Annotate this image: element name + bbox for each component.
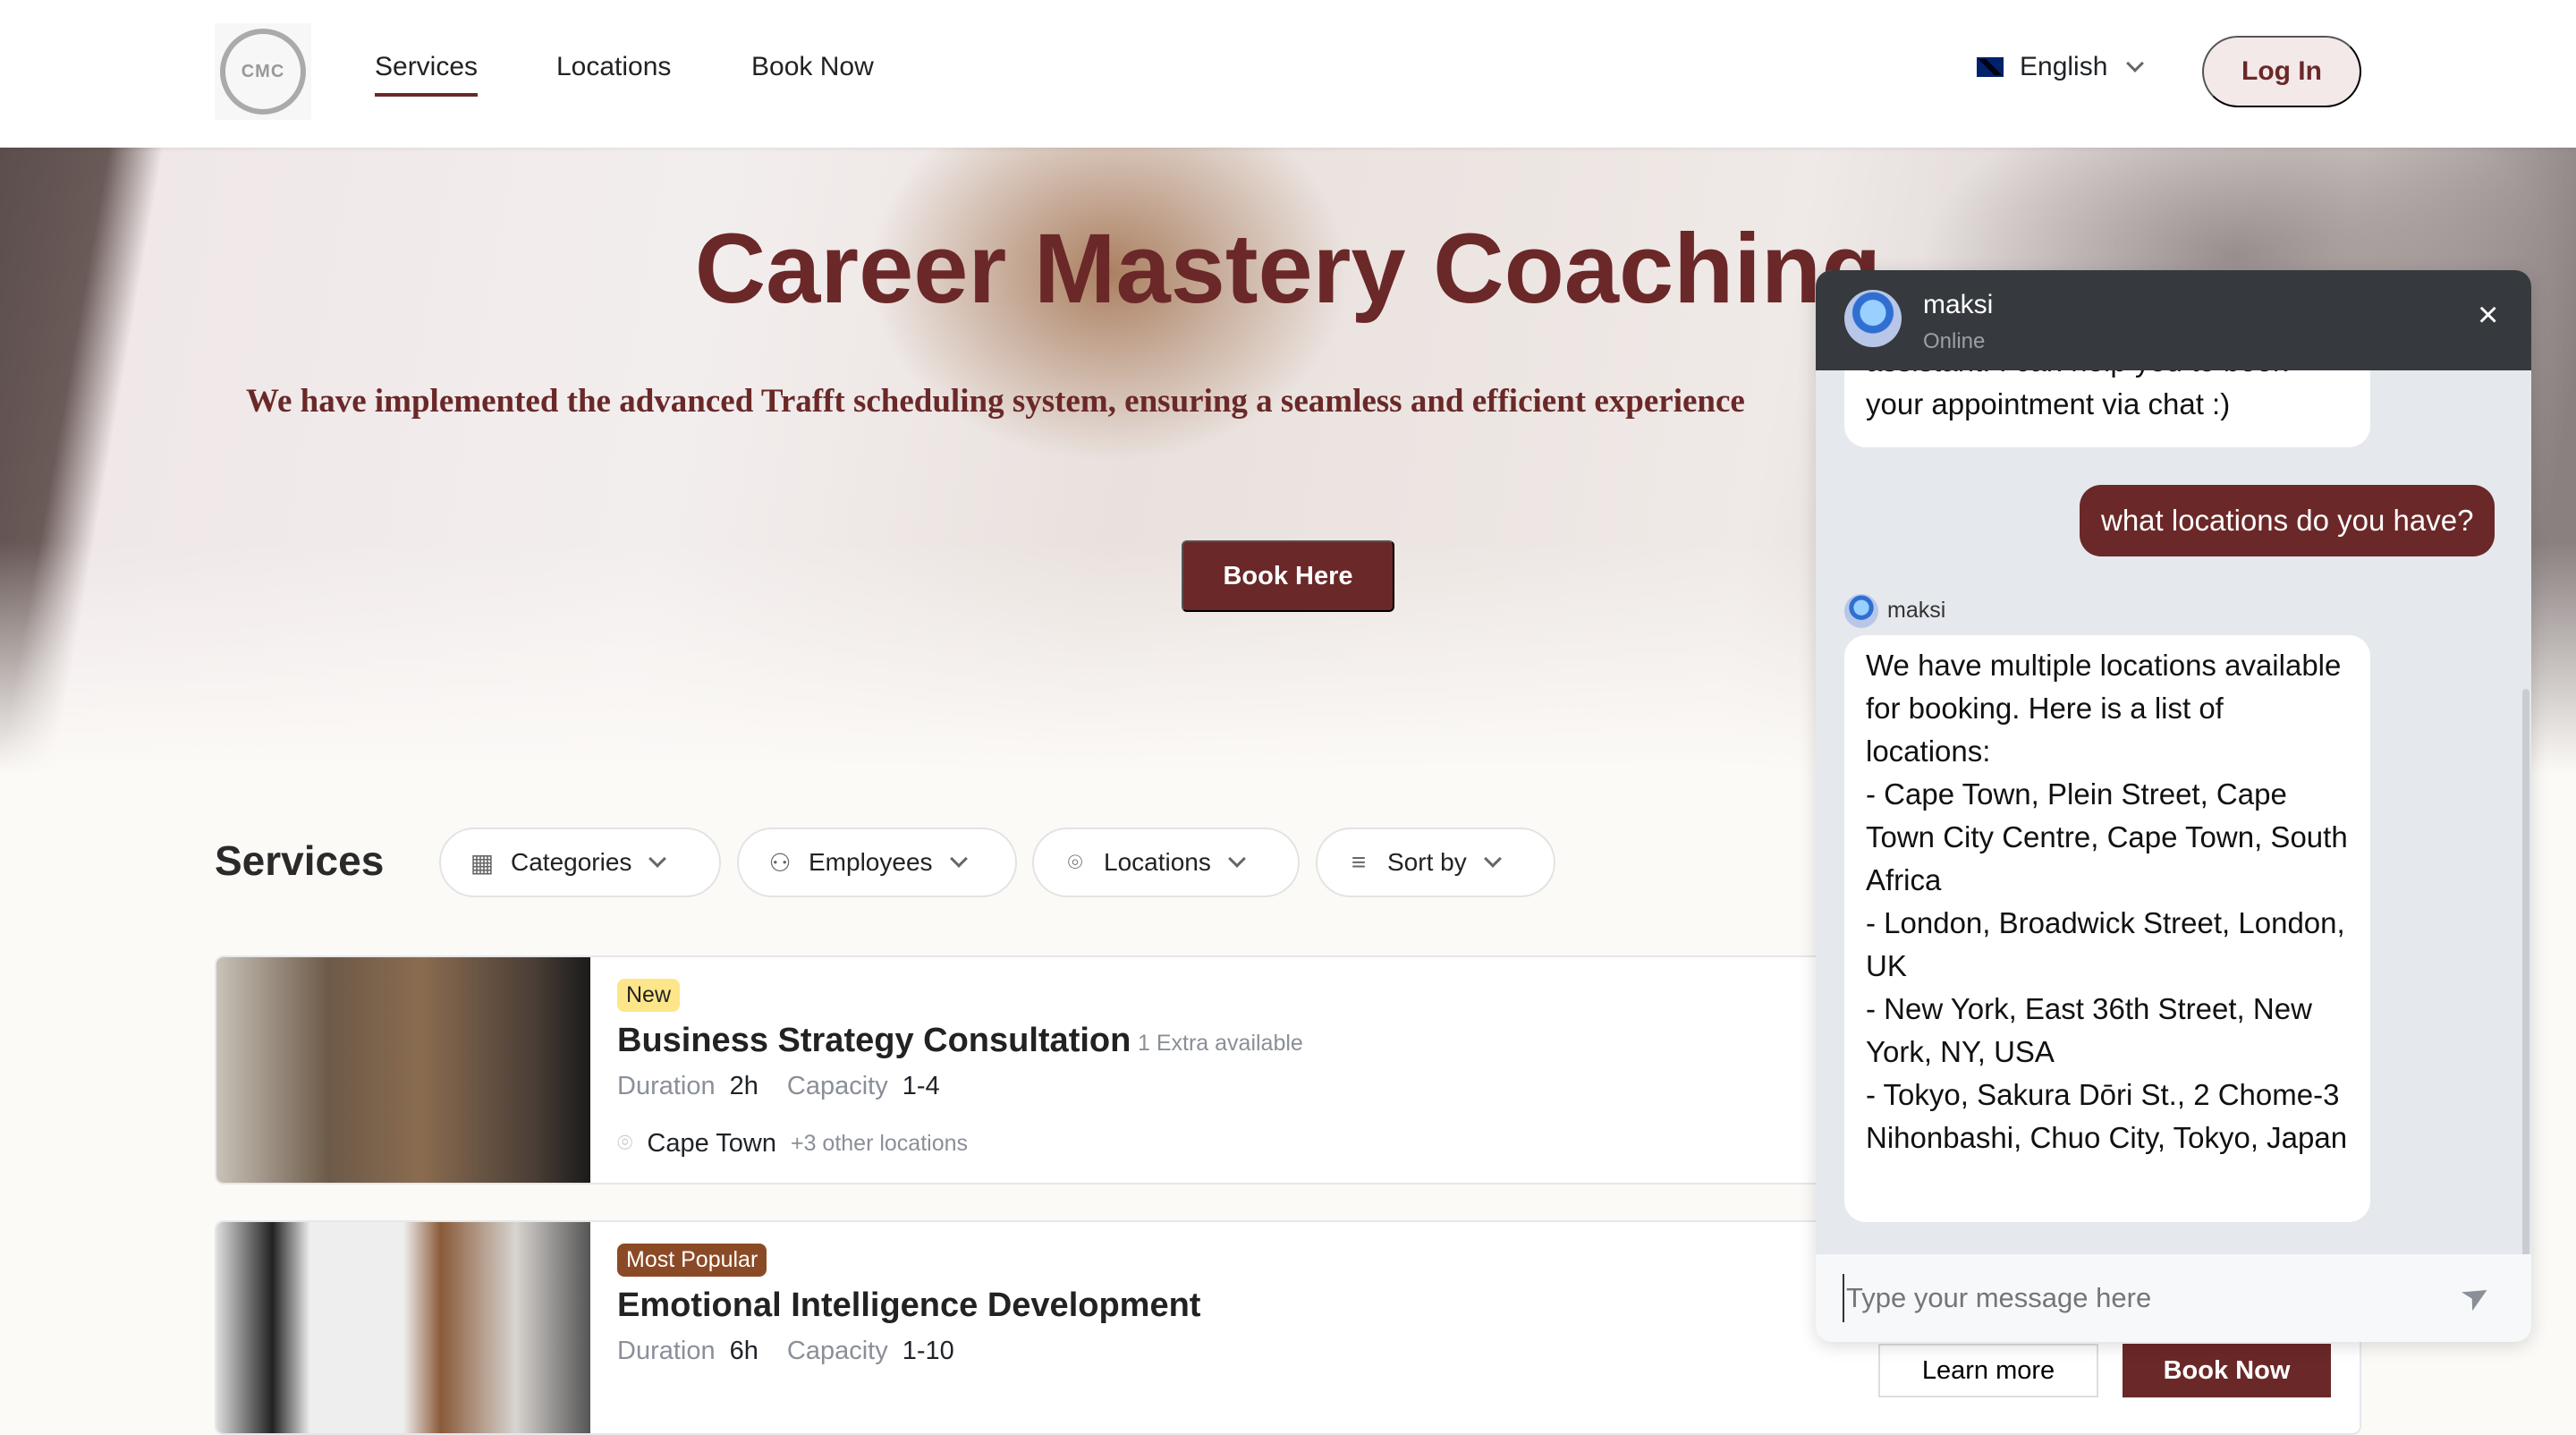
new-badge: New: [617, 979, 681, 1012]
chevron-down-icon: [2126, 55, 2145, 72]
sort-by-filter[interactable]: ≡ Sort by: [1316, 828, 1555, 897]
service-location: ⌾ Cape Town +3 other locations: [617, 1129, 968, 1159]
login-button[interactable]: Log In: [2202, 36, 2361, 107]
bot-message: We have multiple locations available for…: [1844, 635, 2370, 1222]
chat-input-area: ➤: [1816, 1254, 2531, 1342]
nav-services[interactable]: Services: [375, 52, 479, 97]
location-pin-icon: ⌾: [1067, 847, 1083, 876]
filter-label: Locations: [1104, 848, 1211, 876]
logo[interactable]: CMC: [215, 23, 311, 120]
filter-label: Sort by: [1387, 848, 1467, 876]
duration-value: 2h: [729, 1072, 758, 1100]
service-meta: Duration 2h Capacity 1-4: [617, 1072, 940, 1101]
top-nav: CMC Services Locations Book Now English …: [0, 0, 2576, 148]
categories-filter[interactable]: ▦ Categories: [439, 828, 721, 897]
book-here-button[interactable]: Book Here: [1182, 540, 1394, 612]
learn-more-button[interactable]: Learn more: [1878, 1344, 2098, 1397]
sender-name: maksi: [1887, 598, 1946, 623]
capacity-value: 1-4: [902, 1072, 940, 1100]
service-meta: Duration 6h Capacity 1-10: [617, 1337, 954, 1366]
filter-label: Employees: [809, 848, 933, 876]
duration-value: 6h: [729, 1337, 758, 1365]
nav-locations[interactable]: Locations: [556, 52, 671, 82]
chevron-down-icon: [1227, 850, 1246, 868]
location-pin-icon: ⌾: [617, 1129, 633, 1158]
service-image: [216, 957, 590, 1183]
employees-filter[interactable]: ⚇ Employees: [737, 828, 1017, 897]
filter-label: Categories: [511, 848, 632, 876]
chevron-down-icon: [1483, 850, 1502, 868]
chat-widget: maksi Online × assistant. I can help you…: [1816, 270, 2531, 1342]
uk-flag-icon: [1977, 57, 2004, 77]
extras-note: 1 Extra available: [1138, 1031, 1303, 1056]
bot-avatar-small: [1844, 594, 1878, 628]
language-selector[interactable]: English: [1977, 52, 2145, 82]
service-image: [216, 1222, 590, 1433]
location-name: Cape Town: [647, 1129, 776, 1158]
chat-header: maksi Online ×: [1816, 270, 2531, 370]
book-now-button[interactable]: Book Now: [2123, 1344, 2331, 1397]
sort-icon: ≡: [1351, 848, 1367, 876]
chevron-down-icon: [648, 850, 667, 868]
chat-scrollbar[interactable]: [2522, 689, 2529, 1257]
capacity-value: 1-10: [902, 1337, 954, 1365]
send-icon[interactable]: ➤: [2453, 1271, 2498, 1320]
employee-icon: ⚇: [768, 848, 792, 877]
capacity-label: Capacity: [786, 1072, 888, 1100]
hero-subtitle: We have implemented the advanced Trafft …: [246, 383, 1745, 420]
duration-label: Duration: [617, 1072, 716, 1100]
chevron-down-icon: [949, 850, 968, 868]
service-title[interactable]: Emotional Intelligence Development: [617, 1286, 1200, 1325]
duration-label: Duration: [617, 1337, 716, 1365]
close-icon[interactable]: ×: [2478, 295, 2498, 335]
grid-icon: ▦: [470, 848, 495, 877]
most-popular-badge: Most Popular: [617, 1244, 767, 1277]
language-label: English: [2020, 52, 2108, 81]
bot-avatar: [1844, 290, 1902, 347]
locations-filter[interactable]: ⌾ Locations: [1032, 828, 1300, 897]
other-locations[interactable]: +3 other locations: [791, 1131, 968, 1157]
bot-name: maksi: [1923, 290, 1994, 319]
service-title[interactable]: Business Strategy Consultation: [617, 1022, 1131, 1060]
bot-status: Online: [1923, 329, 1986, 353]
message-input[interactable]: [1843, 1274, 2433, 1322]
nav-book-now[interactable]: Book Now: [751, 52, 874, 82]
user-message: what locations do you have?: [2080, 485, 2496, 556]
capacity-label: Capacity: [786, 1337, 888, 1365]
services-heading: Services: [215, 837, 385, 884]
